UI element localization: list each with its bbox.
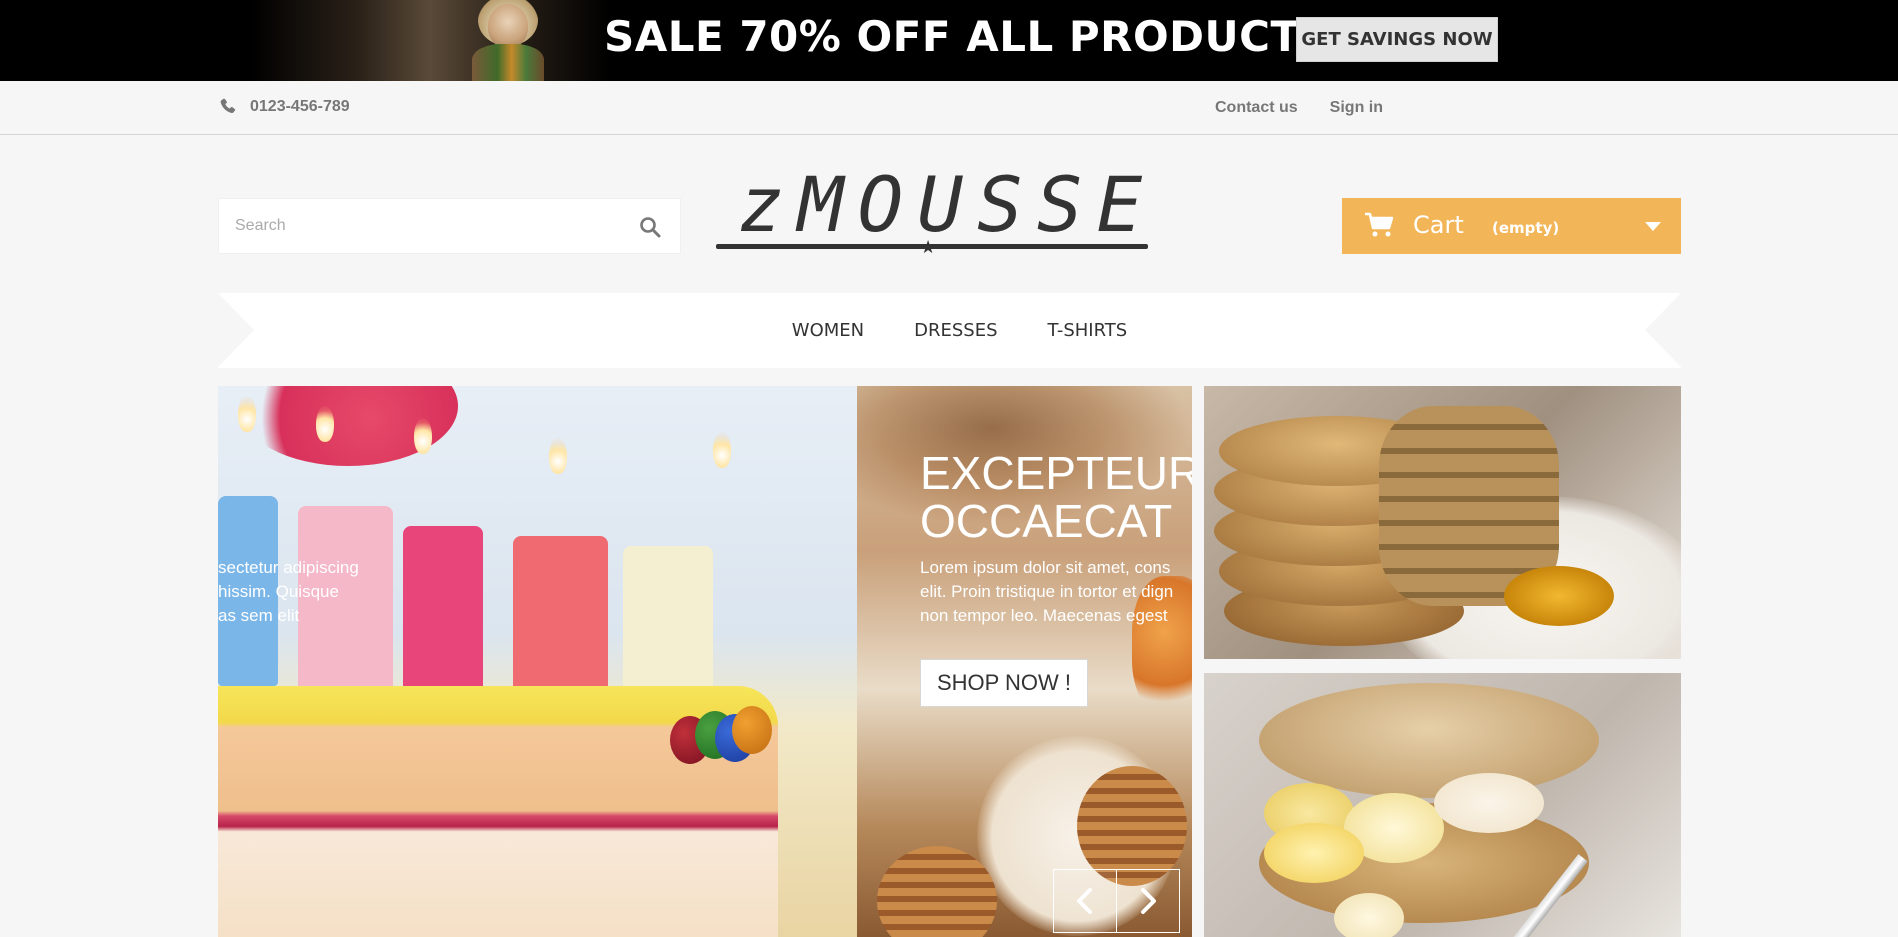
- get-savings-button[interactable]: GET SAVINGS NOW: [1296, 17, 1498, 62]
- slide-title: EXCEPTEUR OCCAECAT: [920, 449, 1192, 545]
- site-logo[interactable]: zMOUSSE ★: [716, 160, 1148, 260]
- cart-icon: [1365, 212, 1394, 237]
- menu-item-women[interactable]: WOMEN: [792, 320, 864, 341]
- menu-item-dresses[interactable]: DRESSES: [914, 320, 997, 341]
- party-text-line-2: hissim. Quisque: [218, 582, 339, 601]
- slider-prev-button[interactable]: [1054, 870, 1117, 932]
- party-cake-image: sectetur adipiscing hissim. Quisque as s…: [218, 386, 857, 937]
- chevron-right-icon: [1140, 888, 1156, 914]
- slide-desc-line-3: non tempor leo. Maecenas egest: [920, 606, 1168, 625]
- banner-pancake-bananas[interactable]: [1204, 673, 1681, 937]
- banner-pancake-stack[interactable]: [1204, 386, 1681, 659]
- promo-banner[interactable]: SALE 70% OFF ALL PRODUCTS GET SAVINGS NO…: [0, 0, 1898, 81]
- cart-status: (empty): [1492, 219, 1560, 237]
- cart-button[interactable]: Cart (empty): [1342, 198, 1681, 254]
- party-slide-text: sectetur adipiscing hissim. Quisque as s…: [218, 556, 418, 628]
- slider-next-button[interactable]: [1117, 870, 1180, 932]
- party-text-line-1: sectetur adipiscing: [218, 558, 359, 577]
- utility-bar: 0123-456-789 Contact us Sign in: [0, 81, 1898, 135]
- phone-icon: [220, 98, 236, 114]
- menu-item-t-shirts[interactable]: T-SHIRTS: [1048, 320, 1128, 341]
- search-icon[interactable]: [638, 215, 662, 239]
- slide-title-line-1: EXCEPTEUR: [920, 447, 1192, 499]
- phone-number: 0123-456-789: [250, 98, 350, 115]
- honey-slide: EXCEPTEUR OCCAECAT Lorem ipsum dolor sit…: [857, 386, 1192, 937]
- phone-contact: 0123-456-789: [218, 97, 350, 117]
- promo-headline: SALE 70% OFF ALL PRODUCTS: [604, 12, 1331, 61]
- slide-desc-line-2: elit. Proin tristique in tortor et dign: [920, 582, 1174, 601]
- search-box: [218, 198, 681, 254]
- homepage-slider[interactable]: sectetur adipiscing hissim. Quisque as s…: [218, 386, 1192, 937]
- shop-now-button[interactable]: SHOP NOW !: [920, 659, 1088, 707]
- logo-text: zMOUSSE: [738, 160, 1157, 249]
- slider-controls: [1053, 869, 1180, 933]
- cart-label: Cart: [1413, 211, 1464, 239]
- sign-in-link[interactable]: Sign in: [1330, 99, 1383, 117]
- chevron-left-icon: [1076, 888, 1092, 914]
- search-input[interactable]: [235, 199, 615, 253]
- party-text-line-3: as sem elit: [218, 606, 300, 625]
- star-icon: ★: [920, 237, 937, 257]
- utility-links: Contact us Sign in: [1215, 99, 1383, 117]
- contact-us-link[interactable]: Contact us: [1215, 99, 1298, 117]
- slide-description: Lorem ipsum dolor sit amet, cons elit. P…: [920, 556, 1173, 628]
- promo-model-image: [250, 0, 610, 81]
- slide-title-line-2: OCCAECAT: [920, 495, 1173, 547]
- chevron-down-icon[interactable]: [1645, 222, 1661, 231]
- slide-desc-line-1: Lorem ipsum dolor sit amet, cons: [920, 558, 1171, 577]
- main-menu: WOMEN DRESSES T-SHIRTS: [218, 293, 1681, 368]
